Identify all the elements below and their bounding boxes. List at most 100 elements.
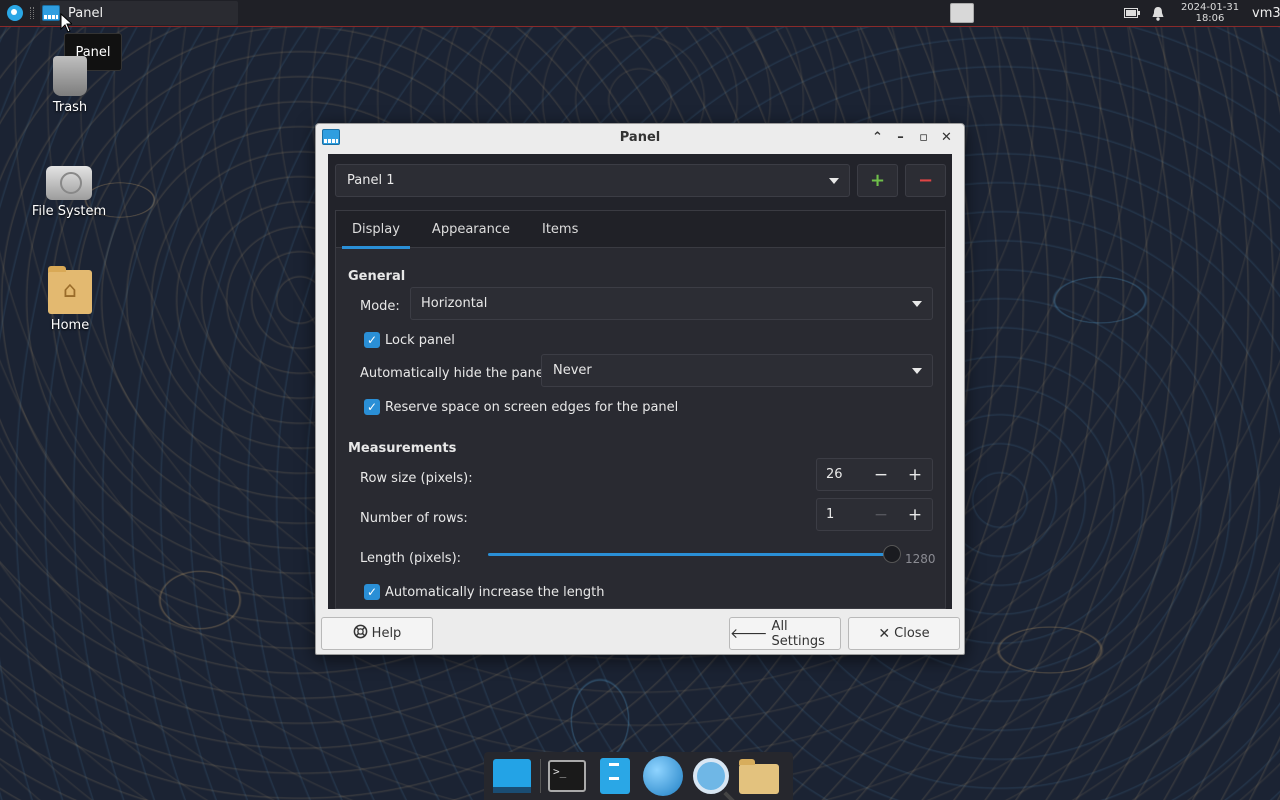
folder-icon: [739, 759, 779, 794]
app-menu-button[interactable]: [4, 2, 26, 24]
drive-icon: [46, 166, 92, 200]
maximize-icon: ▫: [919, 129, 928, 145]
rows-label: Number of rows:: [360, 511, 468, 526]
general-section-title: General: [348, 269, 406, 284]
mode-select[interactable]: Horizontal: [410, 287, 933, 320]
magnifier-icon: [693, 758, 729, 794]
arrow-left-icon: 🡐: [730, 626, 768, 642]
tab-appearance[interactable]: Appearance: [416, 211, 526, 248]
desktop-icon-trash[interactable]: Trash: [25, 56, 115, 115]
tab-bar: Display Appearance Items: [336, 211, 945, 249]
file-cabinet-icon: [600, 758, 630, 794]
tab-items[interactable]: Items: [526, 211, 594, 248]
maximize-button[interactable]: ▫: [912, 127, 935, 147]
clock-time: 18:06: [1195, 13, 1225, 24]
row-size-value[interactable]: 26: [817, 467, 864, 482]
rows-value[interactable]: 1: [817, 507, 864, 522]
chevron-down-icon: [912, 368, 922, 374]
desktop-icon-file-system[interactable]: File System: [24, 160, 114, 219]
length-slider[interactable]: [488, 544, 901, 564]
desktop-icon-label: Trash: [52, 100, 88, 115]
dock-item-file-manager[interactable]: [593, 754, 637, 798]
all-settings-button-label: All Settings: [771, 618, 825, 649]
panel-icon: [42, 5, 60, 21]
panel-handle[interactable]: [30, 7, 34, 19]
settings-notebook: Display Appearance Items General Mode: H…: [335, 210, 946, 609]
home-folder-icon: [48, 266, 92, 314]
terminal-icon: >_: [548, 760, 586, 792]
dock-item-web-browser[interactable]: [641, 754, 685, 798]
close-icon: ✕: [878, 625, 891, 642]
close-icon: ✕: [941, 129, 952, 145]
close-button-label: Close: [894, 626, 930, 641]
user-menu[interactable]: vm3: [1252, 6, 1280, 21]
whisker-menu-icon: [7, 5, 23, 21]
globe-icon: [643, 756, 683, 796]
plus-icon: +: [869, 170, 886, 191]
autohide-select-value: Never: [553, 363, 592, 378]
panel-select[interactable]: Panel 1: [335, 164, 850, 197]
minimize-icon: –: [897, 129, 904, 145]
mouse-cursor-icon: [60, 13, 72, 33]
close-button[interactable]: ✕ Close: [848, 617, 960, 650]
row-size-spinner[interactable]: 26 − +: [816, 458, 933, 491]
slider-track: [488, 553, 892, 556]
rows-spinner[interactable]: 1 − +: [816, 498, 933, 531]
dialog-content: Panel 1 + − Display Appearance Items Gen…: [328, 154, 952, 609]
tab-display[interactable]: Display: [336, 211, 416, 249]
taskbar-button-label: Panel: [68, 5, 104, 21]
autohide-label: Automatically hide the panel:: [360, 366, 552, 381]
help-button[interactable]: Help: [321, 617, 433, 650]
rows-decrement-button[interactable]: −: [864, 499, 898, 530]
close-window-button[interactable]: ✕: [935, 127, 958, 147]
clock[interactable]: 2024-01-31 18:06: [1176, 2, 1244, 24]
add-panel-button[interactable]: +: [857, 164, 898, 197]
checkmark-icon: ✓: [364, 399, 380, 415]
panel-icon: [322, 129, 340, 145]
length-label: Length (pixels):: [360, 551, 462, 566]
battery-icon[interactable]: [1124, 6, 1140, 20]
row-size-increment-button[interactable]: +: [898, 459, 932, 490]
titlebar[interactable]: Panel ⌃ – ▫ ✕: [316, 124, 964, 150]
minus-icon: −: [917, 170, 934, 191]
mode-label: Mode:: [360, 299, 400, 314]
checkmark-icon: ✓: [364, 584, 380, 600]
reserve-space-label: Reserve space on screen edges for the pa…: [385, 399, 679, 415]
dock-item-home-folder[interactable]: [737, 754, 781, 798]
desktop-icon-home[interactable]: Home: [25, 266, 115, 333]
mode-select-value: Horizontal: [421, 296, 488, 311]
minimize-button[interactable]: –: [889, 127, 912, 147]
top-panel: Panel 2024-01-31 18:06 vm3: [0, 0, 1280, 27]
workspace-switcher[interactable]: [950, 3, 974, 23]
auto-length-label: Automatically increase the length: [385, 584, 605, 600]
lock-panel-checkbox[interactable]: ✓ Lock panel: [364, 332, 455, 348]
all-settings-button[interactable]: 🡐 All Settings: [729, 617, 841, 650]
dock: >_: [484, 752, 793, 800]
dock-item-panel[interactable]: [490, 754, 534, 798]
dock-separator: [540, 759, 541, 793]
row-size-decrement-button[interactable]: −: [864, 459, 898, 490]
display-tab-page: General Mode: Horizontal ✓ Lock panel Au…: [336, 249, 945, 608]
notification-bell-icon[interactable]: [1150, 6, 1166, 21]
panel-preferences-dialog: Panel ⌃ – ▫ ✕ Panel 1 + − Display Appear…: [315, 123, 965, 655]
autohide-select[interactable]: Never: [541, 354, 933, 387]
desktop-icon-label: Home: [50, 318, 90, 333]
dock-item-app-finder[interactable]: [689, 754, 733, 798]
chevron-down-icon: [829, 178, 839, 184]
chevron-up-icon: ⌃: [872, 129, 883, 145]
desktop-icon-label: File System: [31, 204, 107, 219]
remove-panel-button[interactable]: −: [905, 164, 946, 197]
reserve-space-checkbox[interactable]: ✓ Reserve space on screen edges for the …: [364, 399, 678, 415]
clock-date: 2024-01-31: [1180, 2, 1240, 13]
row-size-label: Row size (pixels):: [360, 471, 473, 486]
shade-button[interactable]: ⌃: [866, 127, 889, 147]
help-button-label: Help: [371, 626, 402, 641]
panel-select-value: Panel 1: [347, 173, 395, 188]
auto-length-checkbox[interactable]: ✓ Automatically increase the length: [364, 584, 605, 600]
length-value: 1280: [905, 552, 936, 566]
slider-handle[interactable]: [883, 545, 901, 563]
rows-increment-button[interactable]: +: [898, 499, 932, 530]
dock-item-terminal[interactable]: >_: [545, 754, 589, 798]
checkmark-icon: ✓: [364, 332, 380, 348]
help-lifebuoy-icon: [353, 624, 368, 643]
